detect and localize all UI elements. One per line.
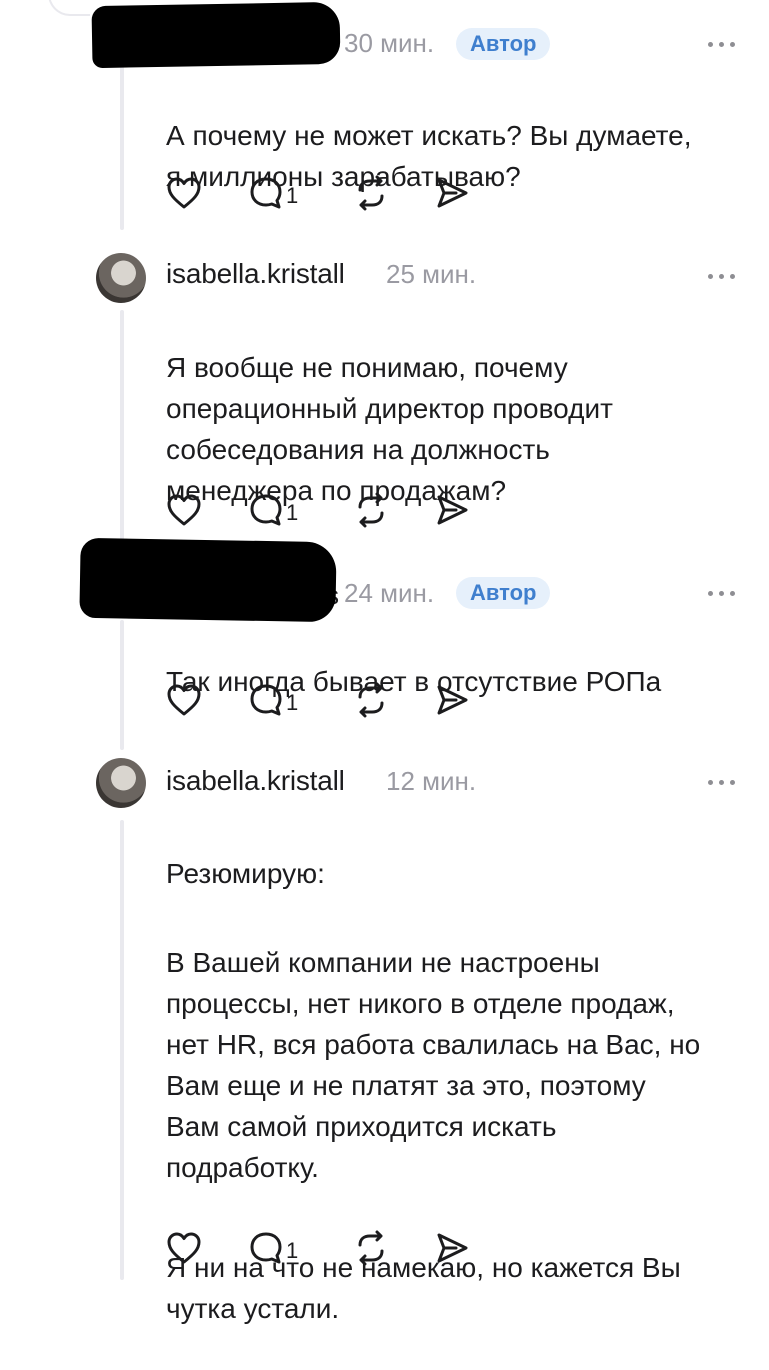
share-button[interactable] (434, 1228, 470, 1268)
repost-button[interactable] (352, 1228, 390, 1268)
avatar[interactable] (96, 253, 146, 303)
author-badge: Автор (456, 577, 551, 609)
card-corner (48, 0, 90, 16)
comment-actions: 1 (166, 173, 486, 213)
repost-icon (358, 492, 384, 528)
comment-button[interactable]: 1 (248, 1228, 298, 1268)
reply-count: 1 (286, 1238, 299, 1263)
like-button[interactable] (166, 680, 202, 720)
comment-paragraph: Резюмирую: (166, 858, 325, 889)
like-button[interactable] (166, 173, 202, 213)
heart-icon (167, 1232, 201, 1264)
share-icon (437, 495, 468, 525)
thread-line (120, 620, 124, 750)
comment-paragraph: Я вообще не понимаю, почему операционный… (166, 352, 613, 506)
more-icon[interactable] (708, 772, 748, 792)
repost-icon (358, 682, 384, 718)
comment-icon (250, 684, 282, 716)
avatar[interactable] (96, 758, 146, 808)
share-button[interactable] (434, 680, 470, 720)
redacted-name (79, 537, 337, 623)
repost-icon (358, 175, 384, 211)
comment-time: 25 мин. (386, 259, 477, 289)
heart-icon (167, 177, 201, 209)
comment-button[interactable]: 1 (248, 680, 298, 720)
redacted-name (91, 1, 341, 69)
like-button[interactable] (166, 1228, 202, 1268)
comment-actions: 1 (166, 490, 486, 530)
comment-button[interactable]: 1 (248, 173, 298, 213)
comment-text: Резюмирую: В Вашей компании не настроены… (166, 812, 700, 1370)
reply-count: 1 (286, 500, 299, 525)
repost-icon (358, 1230, 384, 1266)
heart-icon (167, 494, 201, 526)
reply-count: 1 (286, 183, 299, 208)
comment-text: А почему не может искать? Вы думаете, я … (166, 74, 692, 238)
thread-line (120, 820, 124, 1280)
share-icon (437, 685, 468, 715)
comment-actions: 1 (166, 680, 486, 720)
share-button[interactable] (434, 490, 470, 530)
author-badge: Автор (456, 28, 551, 60)
thread-line (120, 310, 124, 550)
comment-icon (250, 494, 282, 526)
comment-username[interactable]: isabella.kristall (166, 258, 345, 290)
more-icon[interactable] (708, 34, 748, 54)
reply-count: 1 (286, 690, 299, 715)
repost-button[interactable] (352, 173, 390, 213)
comment-time: 30 мин. (344, 28, 435, 58)
comment-time: 12 мин. (386, 766, 477, 796)
share-button[interactable] (434, 173, 470, 213)
repost-button[interactable] (352, 490, 390, 530)
comment-paragraph: В Вашей компании не настроены процессы, … (166, 947, 701, 1183)
comment-button[interactable]: 1 (248, 490, 298, 530)
thread-line (120, 60, 124, 230)
share-icon (437, 178, 468, 208)
like-button[interactable] (166, 490, 202, 530)
repost-button[interactable] (352, 680, 390, 720)
more-icon[interactable] (708, 266, 748, 286)
comment-icon (250, 177, 282, 209)
heart-icon (167, 684, 201, 716)
more-icon[interactable] (708, 583, 748, 603)
comment-username[interactable]: isabella.kristall (166, 765, 345, 797)
comment-actions: 1 (166, 1228, 486, 1268)
share-icon (437, 1233, 468, 1263)
comment-icon (250, 1232, 282, 1264)
comment-time: 24 мин. (344, 578, 435, 608)
